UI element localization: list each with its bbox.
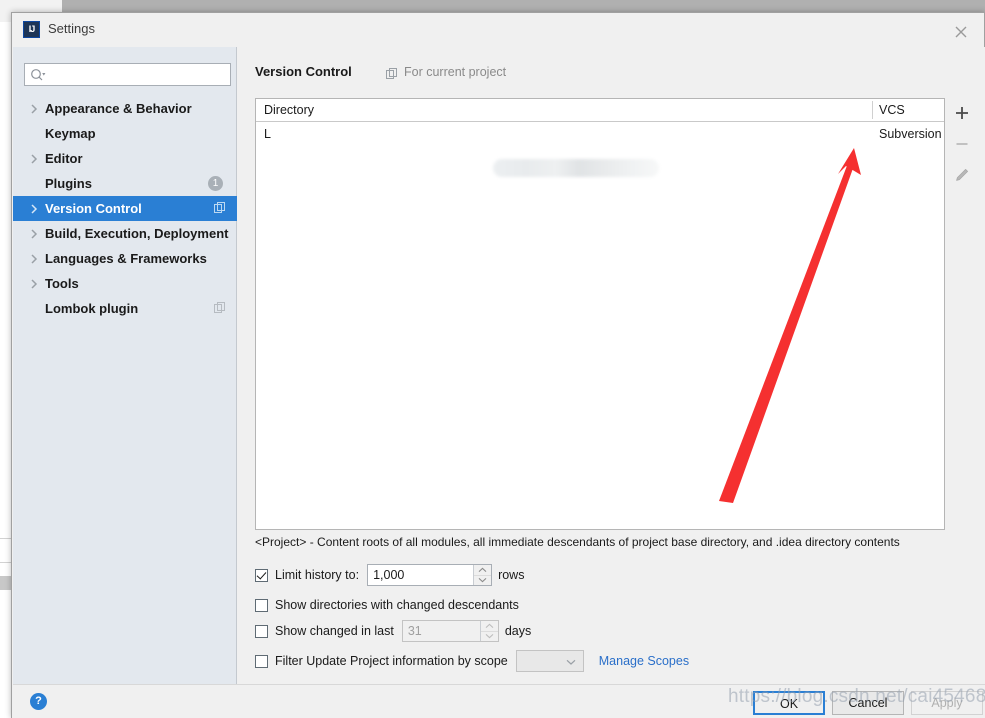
page-subtitle: For current project — [404, 65, 507, 79]
sidebar-item-label: Editor — [45, 151, 83, 166]
sidebar-item-lombok-plugin[interactable]: Lombok plugin — [13, 296, 237, 321]
settings-dialog: IJ Settings Appearance & Behavior Keymap… — [11, 12, 985, 718]
project-scope-icon — [386, 67, 398, 85]
cancel-button[interactable]: Cancel — [832, 691, 904, 715]
chevron-right-icon — [31, 271, 38, 296]
stepper-up-icon[interactable] — [474, 565, 491, 575]
sidebar-item-languages-and-frameworks[interactable]: Languages & Frameworks — [13, 246, 237, 271]
sidebar-item-plugins[interactable]: Plugins 1 — [13, 171, 237, 196]
show-directories-label: Show directories with changed descendant… — [275, 598, 519, 612]
limit-history-input[interactable] — [368, 565, 474, 585]
chevron-right-icon — [31, 96, 38, 121]
limit-history-stepper[interactable] — [367, 564, 493, 586]
dialog-footer: ? OK Cancel Apply — [13, 684, 985, 718]
plugins-update-badge: 1 — [208, 176, 223, 191]
chevron-right-icon — [31, 146, 38, 171]
search-input[interactable] — [51, 66, 230, 85]
settings-tree: Appearance & Behavior Keymap Editor Plug… — [13, 96, 237, 321]
scope-select[interactable] — [515, 650, 584, 672]
page-title: Version Control — [255, 64, 352, 79]
filter-scope-checkbox[interactable] — [255, 654, 268, 668]
stepper-buttons — [479, 621, 498, 642]
show-changed-checkbox[interactable] — [255, 624, 268, 638]
stepper-buttons — [473, 565, 492, 586]
show-directories-checkbox[interactable] — [255, 598, 268, 612]
settings-sidebar: Appearance & Behavior Keymap Editor Plug… — [13, 47, 237, 684]
show-changed-stepper[interactable] — [401, 620, 499, 642]
cell-directory: L — [264, 127, 271, 141]
sidebar-item-label: Keymap — [45, 126, 96, 141]
show-changed-suffix: days — [504, 624, 532, 638]
sidebar-item-editor[interactable]: Editor — [13, 146, 237, 171]
settings-main-panel: Version Control For current project Dire… — [238, 47, 985, 684]
show-changed-label: Show changed in last — [275, 624, 394, 638]
remove-directory-button[interactable] — [947, 129, 978, 160]
sidebar-item-appearance-and-behavior[interactable]: Appearance & Behavior — [13, 96, 237, 121]
column-divider[interactable] — [872, 101, 873, 119]
cell-vcs: Subversion — [879, 127, 942, 141]
limit-history-suffix: rows — [498, 568, 525, 582]
show-changed-input[interactable] — [402, 621, 480, 641]
option-show-changed-in-last: Show changed in last days — [255, 620, 532, 642]
help-button[interactable]: ? — [30, 693, 47, 710]
project-scope-icon — [214, 302, 226, 317]
table-toolbar — [947, 98, 978, 530]
apply-button[interactable]: Apply — [911, 691, 983, 715]
table-row[interactable]: L Subversion — [256, 122, 944, 147]
stepper-down-icon[interactable] — [480, 630, 498, 642]
stepper-down-icon[interactable] — [474, 574, 492, 586]
sidebar-item-keymap[interactable]: Keymap — [13, 121, 237, 146]
sidebar-item-label: Plugins — [45, 176, 92, 191]
option-show-directories: Show directories with changed descendant… — [255, 595, 519, 615]
close-icon[interactable] — [944, 18, 978, 44]
ok-button[interactable]: OK — [753, 691, 825, 715]
chevron-down-icon — [566, 659, 576, 665]
search-box[interactable] — [24, 63, 231, 86]
sidebar-item-version-control[interactable]: Version Control — [13, 196, 237, 221]
limit-history-label: Limit history to: — [275, 568, 360, 582]
column-header-vcs[interactable]: VCS — [879, 99, 905, 121]
manage-scopes-link[interactable]: Manage Scopes — [599, 654, 689, 668]
add-directory-button[interactable] — [947, 98, 978, 129]
sidebar-item-label: Version Control — [45, 201, 142, 216]
limit-history-checkbox[interactable] — [255, 568, 268, 582]
chevron-right-icon — [31, 246, 38, 271]
project-scope-icon — [214, 202, 226, 217]
sidebar-item-label: Tools — [45, 276, 79, 291]
redacted-directory-path — [493, 159, 659, 177]
sidebar-item-build-execution-deployment[interactable]: Build, Execution, Deployment — [13, 221, 237, 246]
sidebar-item-label: Lombok plugin — [45, 301, 139, 316]
chevron-right-icon — [31, 196, 38, 221]
filter-scope-label: Filter Update Project information by sco… — [275, 654, 508, 668]
chevron-right-icon — [31, 221, 38, 246]
stepper-up-icon[interactable] — [481, 621, 498, 631]
intellij-logo-text: IJ — [28, 24, 36, 34]
screen: IJ Settings Appearance & Behavior Keymap… — [0, 0, 985, 718]
dialog-titlebar: IJ Settings — [12, 13, 984, 47]
sidebar-item-label: Appearance & Behavior — [45, 101, 192, 116]
search-icon — [30, 68, 46, 87]
sidebar-item-label: Languages & Frameworks — [45, 251, 207, 266]
sidebar-item-label: Build, Execution, Deployment — [45, 226, 229, 241]
column-header-directory[interactable]: Directory — [264, 99, 314, 121]
table-description: <Project> - Content roots of all modules… — [255, 535, 900, 549]
edit-directory-button[interactable] — [947, 160, 978, 191]
option-filter-by-scope: Filter Update Project information by sco… — [255, 650, 689, 672]
dialog-title: Settings — [48, 21, 95, 36]
intellij-logo-icon: IJ — [23, 21, 40, 38]
table-header-row: Directory VCS — [256, 99, 944, 122]
option-limit-history: Limit history to: rows — [255, 564, 525, 586]
sidebar-item-tools[interactable]: Tools — [13, 271, 237, 296]
